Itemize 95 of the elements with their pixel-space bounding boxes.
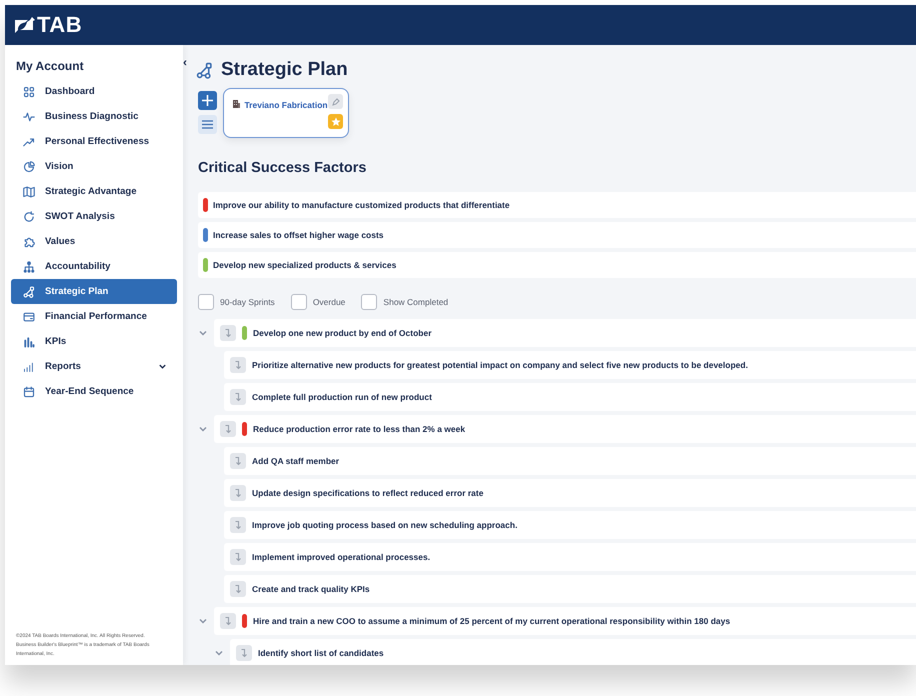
bar-chart-icon xyxy=(23,360,35,372)
collapse-button[interactable]: ‹ xyxy=(183,55,187,69)
task-row[interactable]: Add QA staff member xyxy=(224,447,916,475)
sidebar-item[interactable]: Accountability xyxy=(11,254,177,279)
chevron-icon[interactable] xyxy=(214,648,224,658)
logo-text: TAB xyxy=(37,12,82,38)
filter-checkbox[interactable]: 90-day Sprints xyxy=(198,294,275,310)
puzzle-icon xyxy=(23,236,35,248)
sidebar-item[interactable]: Strategic Advantage xyxy=(11,179,177,204)
logo-icon xyxy=(15,17,35,33)
checkbox[interactable] xyxy=(198,294,214,310)
sidebar-item[interactable]: Personal Effectiveness xyxy=(11,129,177,154)
add-button[interactable] xyxy=(198,91,217,110)
task-row[interactable]: Implement improved operational processes. xyxy=(224,543,916,571)
indent-icon[interactable] xyxy=(220,325,236,341)
checkbox-label: 90-day Sprints xyxy=(220,297,275,307)
nodes-icon xyxy=(23,286,35,298)
task-text: Add QA staff member xyxy=(252,456,340,466)
indent-icon[interactable] xyxy=(230,549,246,565)
goal-text: Reduce production error rate to less than 2% a week xyxy=(253,424,466,434)
indent-icon[interactable] xyxy=(236,645,252,661)
indent-icon[interactable] xyxy=(230,485,246,501)
sidebar-item[interactable]: Dashboard xyxy=(11,79,177,104)
sidebar-item[interactable]: Strategic Plan xyxy=(11,279,177,304)
caret-icon[interactable] xyxy=(158,362,167,371)
company-card[interactable]: Treviano Fabrication xyxy=(223,88,349,138)
map-icon xyxy=(23,186,35,198)
goal-row[interactable]: Hire and train a new COO to assume a minimum of 25 percent of my current operational responsibility within 180 days xyxy=(214,607,916,635)
page-title: Strategic Plan xyxy=(221,59,348,81)
task-row[interactable]: Identify short list of candidates xyxy=(230,639,916,665)
calendar-icon xyxy=(23,386,35,398)
goal-text: Hire and train a new COO to assume a minimum of 25 percent of my current operational responsibility within 180 days xyxy=(253,616,730,626)
success-factor-row[interactable]: Increase sales to offset higher wage costs xyxy=(198,222,916,248)
menu-button[interactable] xyxy=(198,115,217,134)
building-icon xyxy=(233,100,240,108)
task-row[interactable]: Improve job quoting process based on new scheduling approach. xyxy=(224,511,916,539)
task-text: Complete full production run of new product xyxy=(252,392,432,402)
chevron-icon[interactable] xyxy=(198,616,208,626)
task-text: Identify short list of candidates xyxy=(258,648,384,658)
refresh-icon xyxy=(23,210,35,222)
plus-icon xyxy=(202,95,213,106)
checkbox[interactable] xyxy=(361,294,378,310)
sidebar-title: My Account xyxy=(16,59,85,73)
indent-icon[interactable] xyxy=(230,581,246,597)
indent-icon[interactable] xyxy=(220,421,236,437)
company-name[interactable]: Treviano Fabrication xyxy=(244,100,328,110)
task-row[interactable]: Prioritize alternative new products for greatest potential impact on company and select five new products to be developed. xyxy=(224,351,916,379)
task-row[interactable]: Update design specifications to reflect reduced error rate xyxy=(224,479,916,507)
checkbox[interactable] xyxy=(290,294,307,310)
trend-icon xyxy=(23,136,35,148)
checkbox-label: Overdue xyxy=(312,297,346,307)
task-text: Implement improved operational processes. xyxy=(252,552,430,562)
bar-chart-icon xyxy=(23,336,35,348)
success-factor-row[interactable]: Develop new specialized products & services xyxy=(198,252,916,278)
task-text: Create and track quality KPIs xyxy=(252,584,370,594)
pencil-icon xyxy=(332,98,340,106)
indent-icon[interactable] xyxy=(230,357,246,373)
sidebar-item[interactable]: SWOT Analysis xyxy=(11,204,177,229)
hierarchy-icon xyxy=(23,260,35,272)
sidebar-item[interactable]: KPIs xyxy=(11,329,177,354)
task-row[interactable]: Complete full production run of new product xyxy=(224,383,916,411)
sidebar-item[interactable]: Values xyxy=(11,229,177,254)
menu-icon xyxy=(202,120,213,129)
chevron-icon[interactable] xyxy=(198,424,208,434)
card-icon xyxy=(23,310,35,322)
task-text: Improve job quoting process based on new scheduling approach. xyxy=(252,520,518,530)
sidebar-item[interactable]: Financial Performance xyxy=(11,304,177,329)
goal-row[interactable]: Develop one new product by end of October xyxy=(214,319,916,347)
edit-button[interactable] xyxy=(328,94,343,109)
sidebar-item[interactable]: Year-End Sequence xyxy=(11,379,177,404)
success-factor-row[interactable]: Improve our ability to manufacture customized products that differentiate xyxy=(198,192,916,218)
success-factor-text: Develop new specialized products & services xyxy=(213,260,396,270)
task-text: Prioritize alternative new products for greatest potential impact on company and select five new products to be developed. xyxy=(252,360,748,370)
sidebar-item[interactable]: Business Diagnostic xyxy=(11,104,177,129)
sidebar-item[interactable]: Vision xyxy=(11,154,177,179)
indent-icon[interactable] xyxy=(230,453,246,469)
goal-text: Develop one new product by end of October xyxy=(253,328,432,338)
chevron-icon[interactable] xyxy=(198,328,208,338)
pie-icon xyxy=(23,160,35,172)
checkbox-label: Show Completed xyxy=(383,297,448,307)
indent-icon[interactable] xyxy=(230,517,246,533)
task-text: Update design specifications to reflect reduced error rate xyxy=(252,488,484,498)
success-factor-text: Improve our ability to manufacture customized products that differentiate xyxy=(213,200,510,210)
filter-checkbox[interactable]: Overdue xyxy=(290,294,346,310)
nodes-icon xyxy=(196,62,213,78)
sidebar-item[interactable]: Reports xyxy=(11,354,177,379)
indent-icon[interactable] xyxy=(220,613,236,629)
pulse-icon xyxy=(23,110,35,122)
grid-icon xyxy=(23,86,35,98)
filter-checkbox[interactable]: Show Completed xyxy=(361,294,448,310)
task-row[interactable]: Create and track quality KPIs xyxy=(224,575,916,603)
indent-icon[interactable] xyxy=(230,389,246,405)
goal-row[interactable]: Reduce production error rate to less than 2% a week xyxy=(214,415,916,443)
section-title: Critical Success Factors xyxy=(198,160,368,176)
success-factor-text: Increase sales to offset higher wage costs xyxy=(213,230,384,240)
